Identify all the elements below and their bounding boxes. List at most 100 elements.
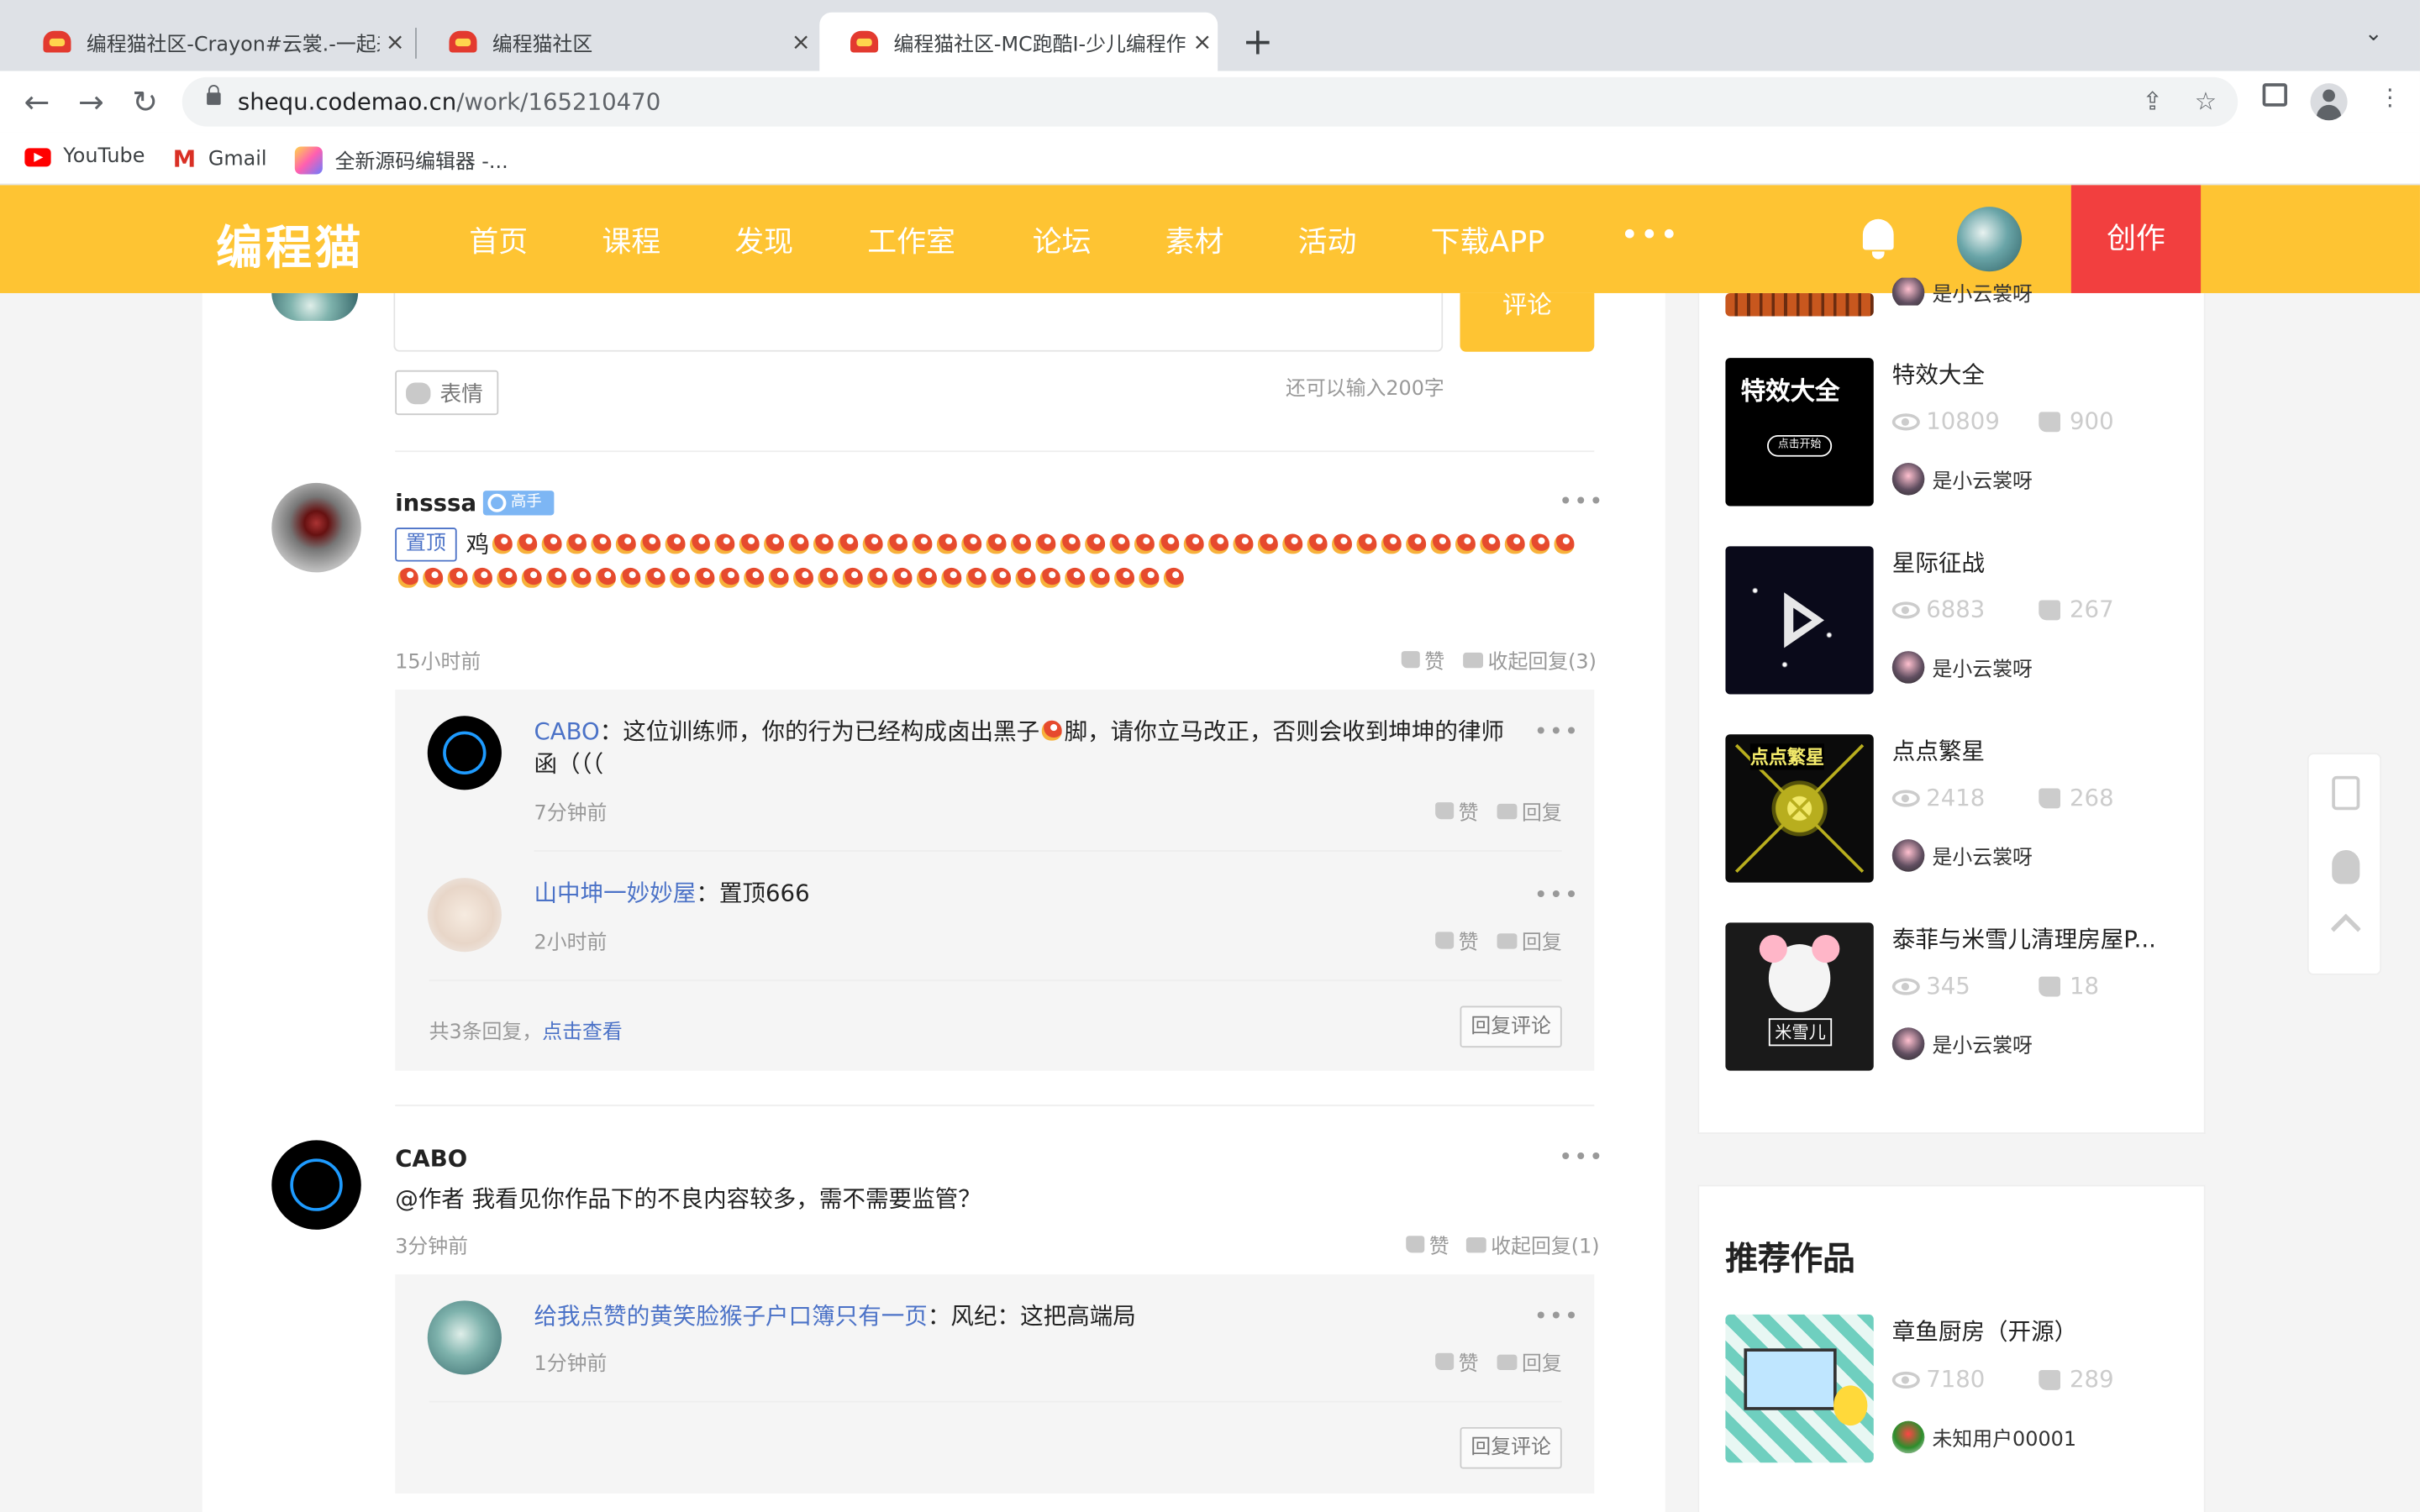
commenter-avatar[interactable] [271,1140,361,1230]
reply-avatar[interactable] [427,716,502,790]
reply-more-icon[interactable]: ••• [1534,881,1580,909]
work-thumbnail[interactable] [1725,292,1874,317]
profile-avatar-icon[interactable] [2310,83,2348,121]
browser-tab-1[interactable]: 编程猫社区-Crayon#云裳.-一起来 × [13,13,411,71]
reply-user-link[interactable]: CABO [534,717,599,745]
reply-user-link[interactable]: 山中坤一妙妙屋 [534,879,696,907]
emoji-button[interactable]: 表情 [395,370,499,416]
reply-comment-button[interactable]: 回复评论 [1460,1426,1562,1469]
youtube-icon [24,147,51,166]
chicken-emoji-icon [1553,533,1574,554]
browser-menu-icon[interactable]: ⋮ [2378,83,2402,111]
work-thumbnail[interactable]: 米雪儿 [1725,922,1874,1071]
nav-home[interactable]: 首页 [469,219,528,261]
nav-events[interactable]: 活动 [1298,219,1357,261]
nav-materials[interactable]: 素材 [1165,219,1224,261]
commenter-name[interactable]: insssa [395,489,476,517]
work-author[interactable]: 是小云裳呀 [1891,651,2033,684]
work-title[interactable]: 泰菲与米雪儿清理房屋P... [1892,922,2156,955]
create-button[interactable]: 创作 [2070,185,2202,293]
more-menu-icon[interactable]: ••• [1621,216,1681,253]
bookmark-editor[interactable]: 全新源码编辑器 -... [294,145,508,175]
work-author[interactable]: 未知用户00001 [1891,1420,2076,1454]
browser-tab-3-active[interactable]: 编程猫社区-MC跑酷I-少儿编程作品 × [819,12,1218,71]
work-thumbnail[interactable] [1725,546,1874,695]
nav-discover[interactable]: 发现 [734,219,793,261]
collapse-replies-button[interactable]: 收起回复(1) [1465,1230,1600,1259]
reply-avatar[interactable] [427,878,502,953]
thumbs-up-icon [2039,975,2060,996]
tab-close-icon[interactable]: × [786,28,817,55]
comment-input[interactable] [393,292,1444,352]
commenter-name[interactable]: CABO [395,1145,467,1173]
level-badge: 高手 [482,491,555,516]
codemao-logo[interactable]: 编程猫 [216,210,364,278]
submit-comment-button[interactable]: 评论 [1460,292,1595,352]
reply-user-link[interactable]: 给我点赞的黄笑脸猴子户口簿只有一页 [534,1302,927,1330]
author-avatar [1891,277,1925,306]
chicken-emoji-icon [1088,567,1109,588]
reply-avatar[interactable] [427,1300,502,1375]
bookmark-star-icon[interactable]: ☆ [2195,87,2217,116]
work-title[interactable]: 章鱼厨房（开源） [1892,1315,2077,1347]
notification-bell-icon[interactable] [1860,218,1897,260]
side-panel-icon[interactable] [2262,83,2287,107]
reply-comment-button[interactable]: 回复评论 [1460,1005,1562,1048]
tab-title: 编程猫社区-MC跑酷I-少儿编程作品 [893,33,1187,57]
reply-like-button[interactable]: 赞 [1435,926,1479,955]
view-all-replies-link[interactable]: 点击查看 [542,1021,623,1045]
work-title[interactable]: 星际征战 [1892,546,1985,579]
browser-tab-2[interactable]: 编程猫社区 × [418,13,817,71]
qq-icon[interactable] [2332,850,2360,885]
work-author[interactable]: 是小云裳呀 [1891,839,2033,872]
nav-studio[interactable]: 工作室 [867,219,955,261]
reply-more-icon[interactable]: ••• [1534,717,1580,745]
work-thumbnail[interactable]: 点点繁星 [1725,734,1874,883]
work-thumbnail[interactable] [1725,1314,1874,1463]
commenter-avatar[interactable] [271,482,361,573]
reload-icon[interactable]: ↻ [127,83,164,120]
site-header: 编程猫 首页 课程 发现 工作室 论坛 素材 活动 下载APP ••• 创作 [0,185,2420,293]
like-button[interactable]: 赞 [1406,1230,1449,1259]
tab-search-icon[interactable]: ⌄ [2365,22,2383,46]
chicken-emoji-icon [1138,567,1159,588]
reply-like-button[interactable]: 赞 [1435,796,1479,826]
author-avatar [1891,1027,1925,1060]
collapse-replies-button[interactable]: 收起回复(3) [1463,645,1597,675]
chicken-emoji-icon [718,567,739,588]
nav-courses[interactable]: 课程 [602,219,660,261]
bookmark-youtube[interactable]: YouTube [24,145,145,168]
back-to-top-icon[interactable] [2330,913,2361,944]
url-text[interactable]: shequ.codemao.cn/work/165210470 [238,88,660,116]
work-thumbnail[interactable]: 特效大全 点击开始 [1725,358,1874,507]
work-title[interactable]: 点点繁星 [1892,734,1985,767]
like-button[interactable]: 赞 [1401,645,1444,675]
reply-like-button[interactable]: 赞 [1435,1347,1479,1376]
reply-reply-button[interactable]: 回复 [1497,1347,1562,1376]
chicken-emoji-icon [664,533,685,554]
reply-more-icon[interactable]: ••• [1534,1302,1580,1330]
work-author[interactable]: 是小云裳呀 [1891,1027,2033,1060]
nav-forum[interactable]: 论坛 [1033,219,1092,261]
bookmark-gmail[interactable]: M Gmail [173,145,267,173]
address-bar[interactable]: shequ.codemao.cn/work/165210470 ⇪ ☆ [182,76,2238,127]
new-tab-button[interactable]: + [1238,18,1278,65]
tab-close-icon[interactable]: × [380,28,411,55]
comment-more-icon[interactable]: ••• [1559,1143,1604,1171]
share-icon[interactable]: ⇪ [2142,87,2163,116]
chicken-emoji-icon [540,533,561,554]
back-icon[interactable]: ← [18,83,55,120]
work-author[interactable]: 是小云裳呀 [1891,463,2033,496]
work-author[interactable]: 是小云裳呀 [1891,277,2033,306]
nav-download-app[interactable]: 下载APP [1431,219,1545,261]
codemao-favicon-icon [850,30,879,53]
reply-reply-button[interactable]: 回复 [1497,796,1562,826]
forward-icon[interactable]: → [72,83,109,120]
comment-more-icon[interactable]: ••• [1559,487,1604,515]
mobile-icon[interactable] [2332,775,2360,811]
divider [395,450,1595,453]
reply-reply-button[interactable]: 回复 [1497,926,1562,955]
user-avatar[interactable] [1956,207,2023,272]
tab-close-icon[interactable]: × [1186,28,1218,55]
work-title[interactable]: 特效大全 [1892,358,1985,391]
